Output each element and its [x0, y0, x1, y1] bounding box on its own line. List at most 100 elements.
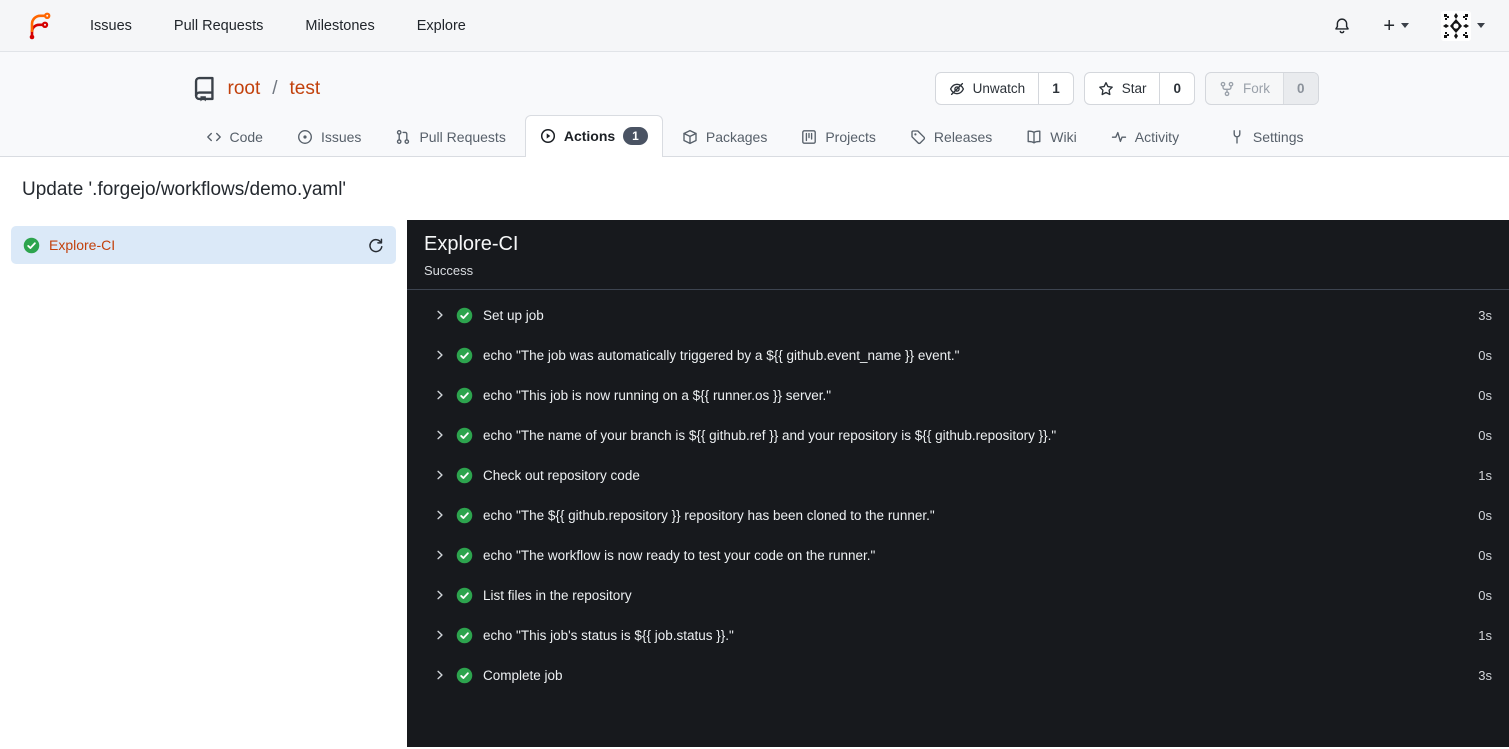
star-icon — [1098, 81, 1114, 97]
top-nav-links: Issues Pull Requests Milestones Explore — [90, 18, 466, 34]
tab-label: Releases — [933, 129, 993, 146]
success-check-icon — [456, 587, 473, 604]
tag-icon — [910, 129, 926, 145]
pulse-icon — [1111, 129, 1127, 145]
repo-owner-link[interactable]: root — [228, 78, 261, 100]
nav-item-pull-requests[interactable]: Pull Requests — [174, 18, 263, 34]
pull-request-icon — [395, 129, 411, 145]
tab-label: Issues — [320, 129, 362, 146]
step-name: echo "This job is now running on a ${{ r… — [483, 387, 832, 403]
button-count[interactable]: 0 — [1159, 73, 1194, 104]
create-new-button[interactable]: + — [1383, 16, 1409, 36]
success-check-icon — [23, 237, 40, 254]
nav-item-explore[interactable]: Explore — [417, 18, 466, 34]
step-row[interactable]: echo "The workflow is now ready to test … — [407, 535, 1509, 575]
chevron-right-icon[interactable] — [434, 629, 446, 641]
bell-icon — [1333, 17, 1351, 35]
success-check-icon — [456, 467, 473, 484]
user-menu-button[interactable] — [1441, 10, 1485, 41]
repo-header: root / test Unwatch 1 Star 0 Fork 0 Code… — [0, 52, 1509, 158]
step-name: echo "This job's status is ${{ job.statu… — [483, 627, 734, 643]
refresh-icon[interactable] — [367, 237, 384, 254]
chevron-right-icon[interactable] — [434, 309, 446, 321]
repo-tab[interactable]: Pull Requests — [380, 117, 520, 157]
step-duration: 0s — [1478, 387, 1492, 403]
button-count[interactable]: 1 — [1038, 73, 1073, 104]
step-duration: 1s — [1478, 627, 1492, 643]
step-name: Complete job — [483, 667, 563, 683]
success-check-icon — [456, 427, 473, 444]
repo-tab[interactable]: Releases — [895, 117, 1007, 157]
step-name: echo "The name of your branch is ${{ git… — [483, 427, 1057, 443]
button-label: Star — [1121, 81, 1147, 96]
notifications-button[interactable] — [1333, 17, 1351, 35]
chevron-right-icon[interactable] — [434, 349, 446, 361]
chevron-right-icon[interactable] — [434, 509, 446, 521]
chevron-right-icon[interactable] — [434, 389, 446, 401]
chevron-right-icon[interactable] — [434, 469, 446, 481]
step-row[interactable]: echo "This job is now running on a ${{ r… — [407, 375, 1509, 415]
book-icon — [1026, 129, 1042, 145]
success-check-icon — [456, 387, 473, 404]
repo-tab[interactable]: Actions 1 — [524, 115, 663, 158]
step-duration: 0s — [1478, 507, 1492, 523]
chevron-right-icon[interactable] — [434, 549, 446, 561]
step-name: echo "The workflow is now ready to test … — [483, 547, 876, 563]
step-row[interactable]: echo "The ${{ github.repository }} repos… — [407, 495, 1509, 535]
repo-action-button[interactable]: Fork 0 — [1204, 72, 1319, 105]
step-row[interactable]: List files in the repository 0s — [407, 575, 1509, 615]
step-name: echo "The job was automatically triggere… — [483, 347, 960, 363]
nav-item-issues[interactable]: Issues — [90, 18, 132, 34]
repo-title-row: root / test Unwatch 1 Star 0 Fork 0 — [191, 52, 1319, 115]
repo-tab[interactable]: Settings — [1214, 117, 1319, 157]
repo-tab[interactable]: Activity — [1096, 117, 1194, 157]
step-row[interactable]: echo "The job was automatically triggere… — [407, 335, 1509, 375]
repo-action-button[interactable]: Unwatch 1 — [934, 72, 1074, 105]
tab-label: Pull Requests — [419, 129, 506, 146]
repo-tab[interactable]: Issues — [282, 117, 376, 157]
code-icon — [206, 129, 222, 145]
step-row[interactable]: Complete job 3s — [407, 655, 1509, 695]
repo-tab[interactable]: Wiki — [1011, 117, 1091, 157]
step-row[interactable]: echo "The name of your branch is ${{ git… — [407, 415, 1509, 455]
top-navbar: Issues Pull Requests Milestones Explore … — [0, 0, 1509, 52]
run-title: Update '.forgejo/workflows/demo.yaml' — [22, 179, 347, 201]
step-row[interactable]: Check out repository code 1s — [407, 455, 1509, 495]
step-row[interactable]: Set up job 3s — [407, 295, 1509, 335]
tab-label: Packages — [705, 129, 768, 146]
step-duration: 0s — [1478, 427, 1492, 443]
job-title: Explore-CI — [424, 233, 519, 256]
nav-item-milestones[interactable]: Milestones — [305, 18, 374, 34]
success-check-icon — [456, 627, 473, 644]
tab-label: Activity — [1134, 129, 1180, 146]
success-check-icon — [456, 307, 473, 324]
repo-tabs: Code Issues Pull Requests Actions 1 Pack… — [191, 115, 1319, 158]
tab-label: Actions — [563, 128, 616, 145]
button-count[interactable]: 0 — [1282, 73, 1318, 104]
repo-tab[interactable]: Code — [191, 117, 278, 157]
repo-action-button[interactable]: Star 0 — [1083, 72, 1195, 105]
chevron-right-icon[interactable] — [434, 669, 446, 681]
repo-name-link[interactable]: test — [290, 78, 321, 100]
step-row[interactable]: echo "This job's status is ${{ job.statu… — [407, 615, 1509, 655]
caret-down-icon — [1401, 23, 1409, 28]
success-check-icon — [456, 667, 473, 684]
success-check-icon — [456, 507, 473, 524]
success-check-icon — [456, 547, 473, 564]
step-duration: 3s — [1478, 667, 1492, 683]
step-name: Check out repository code — [483, 467, 640, 483]
package-icon — [682, 129, 698, 145]
chevron-right-icon[interactable] — [434, 429, 446, 441]
chevron-right-icon[interactable] — [434, 589, 446, 601]
tab-label: Projects — [825, 129, 876, 146]
play-circle-icon — [540, 128, 556, 144]
repo-book-icon — [191, 75, 218, 102]
repo-action-buttons: Unwatch 1 Star 0 Fork 0 — [934, 72, 1319, 105]
step-duration: 3s — [1478, 307, 1492, 323]
issue-icon — [297, 129, 313, 145]
forgejo-logo[interactable] — [24, 10, 56, 42]
job-status-text: Success — [424, 263, 474, 279]
job-list-item[interactable]: Explore-CI — [11, 226, 396, 265]
repo-tab[interactable]: Projects — [786, 117, 891, 157]
repo-tab[interactable]: Packages — [667, 117, 782, 157]
